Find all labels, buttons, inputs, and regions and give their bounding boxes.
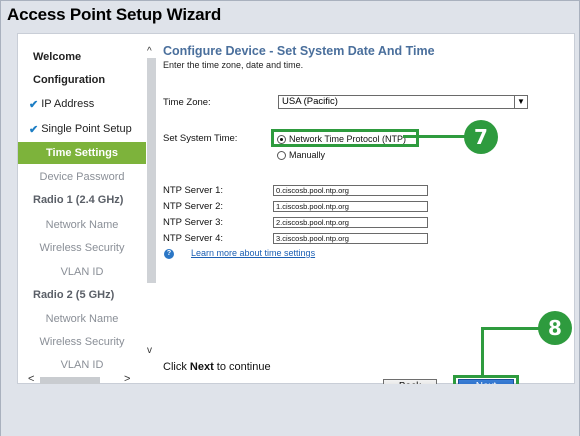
sidebar-item-label: Radio 1 (2.4 GHz) [33,194,124,206]
wizard-sidebar: Welcome Configuration ✔ IP Address ✔ Singl… [18,34,146,372]
window-title: Access Point Setup Wizard [7,5,222,24]
sidebar-item-label: IP Address [41,98,95,110]
help-icon[interactable]: ? [164,249,174,259]
ntp-server-2-input[interactable]: 1.ciscosb.pool.ntp.org [273,201,428,212]
page-subtitle: Enter the time zone, date and time. [163,60,304,70]
manual-radio[interactable]: Manually [277,150,325,160]
chevron-down-icon[interactable]: v [147,345,152,356]
continue-instruction: Click Next to continue [163,361,271,373]
sidebar-item-label: VLAN ID [60,266,104,278]
sidebar-vertical-scrollbar[interactable]: ^ v [146,46,157,368]
ntp-radio[interactable]: Network Time Protocol (NTP) [277,134,406,144]
ntp-server-3-label: NTP Server 3: [163,217,224,228]
manual-radio-label: Manually [289,150,326,160]
chevron-up-icon[interactable]: ^ [147,46,152,57]
sidebar-item-welcome[interactable]: Welcome [18,46,146,68]
scrollbar-thumb[interactable] [40,377,100,384]
sidebar-item-network-name-2[interactable]: Network Name [18,308,146,330]
ntp-server-1-label: NTP Server 1: [163,185,224,196]
sidebar-item-radio-2[interactable]: Radio 2 (5 GHz) [18,284,146,306]
callout-8-connector-horizontal [481,327,539,330]
ntp-server-4-label: NTP Server 4: [163,233,224,244]
chevron-down-icon[interactable]: ▼ [514,96,527,108]
callout-7-badge: 7 [464,120,498,154]
checkmark-icon: ✔ [29,98,39,111]
radio-selected-icon[interactable] [277,134,286,144]
title-bar: Access Point Setup Wizard [1,1,579,33]
sidebar-item-wireless-security-1[interactable]: Wireless Security [18,237,146,259]
sidebar-item-label: Radio 2 (5 GHz) [33,289,115,301]
sidebar-item-label: Wireless Security [39,242,125,254]
sidebar-item-label: Time Settings [46,147,118,159]
sidebar-item-label: Configuration [33,74,106,86]
sidebar-item-time-settings[interactable]: Time Settings [18,142,146,164]
sidebar-item-label: Single Point Setup [41,123,132,135]
checkmark-icon: ✔ [29,123,39,136]
callout-8-connector-vertical [481,327,484,375]
system-time-label: Set System Time: [163,133,238,144]
wizard-window: Access Point Setup Wizard Welcome Config… [0,0,580,436]
wizard-footer [1,384,579,436]
sidebar-item-label: Device Password [39,171,125,183]
sidebar-item-vlan-id-1[interactable]: VLAN ID [18,261,146,283]
callout-8-badge: 8 [538,311,572,345]
sidebar-item-label: Network Name [45,219,119,231]
timezone-value: USA (Pacific) [282,96,338,107]
timezone-label: Time Zone: [163,97,211,108]
sidebar-item-configuration[interactable]: Configuration [18,69,146,91]
ntp-server-2-label: NTP Server 2: [163,201,224,212]
sidebar-item-wireless-security-2[interactable]: Wireless Security [18,331,146,353]
wizard-panel: Welcome Configuration ✔ IP Address ✔ Singl… [17,33,575,398]
sidebar-item-network-name-1[interactable]: Network Name [18,214,146,236]
ntp-server-3-input[interactable]: 2.ciscosb.pool.ntp.org [273,217,428,228]
sidebar-item-single-point-setup[interactable]: ✔ Single Point Setup [18,118,146,140]
radio-unselected-icon[interactable] [277,150,286,160]
sidebar-item-label: VLAN ID [60,359,104,371]
ntp-server-1-input[interactable]: 0.ciscosb.pool.ntp.org [273,185,428,196]
page-title: Configure Device - Set System Date And T… [163,44,435,58]
sidebar-item-radio-1[interactable]: Radio 1 (2.4 GHz) [18,189,146,211]
scrollbar-thumb[interactable] [147,58,156,283]
sidebar-item-label: Welcome [33,51,82,63]
ntp-server-4-input[interactable]: 3.ciscosb.pool.ntp.org [273,233,428,244]
sidebar-item-label: Wireless Security [39,336,125,348]
sidebar-item-ip-address[interactable]: ✔ IP Address [18,93,146,115]
callout-7-connector [403,135,465,138]
ntp-radio-label: Network Time Protocol (NTP) [289,134,407,144]
sidebar-item-device-password[interactable]: Device Password [18,166,146,188]
timezone-select[interactable]: USA (Pacific) ▼ [278,95,528,109]
sidebar-item-label: Network Name [45,313,119,325]
learn-more-link[interactable]: Learn more about time settings [191,248,315,258]
